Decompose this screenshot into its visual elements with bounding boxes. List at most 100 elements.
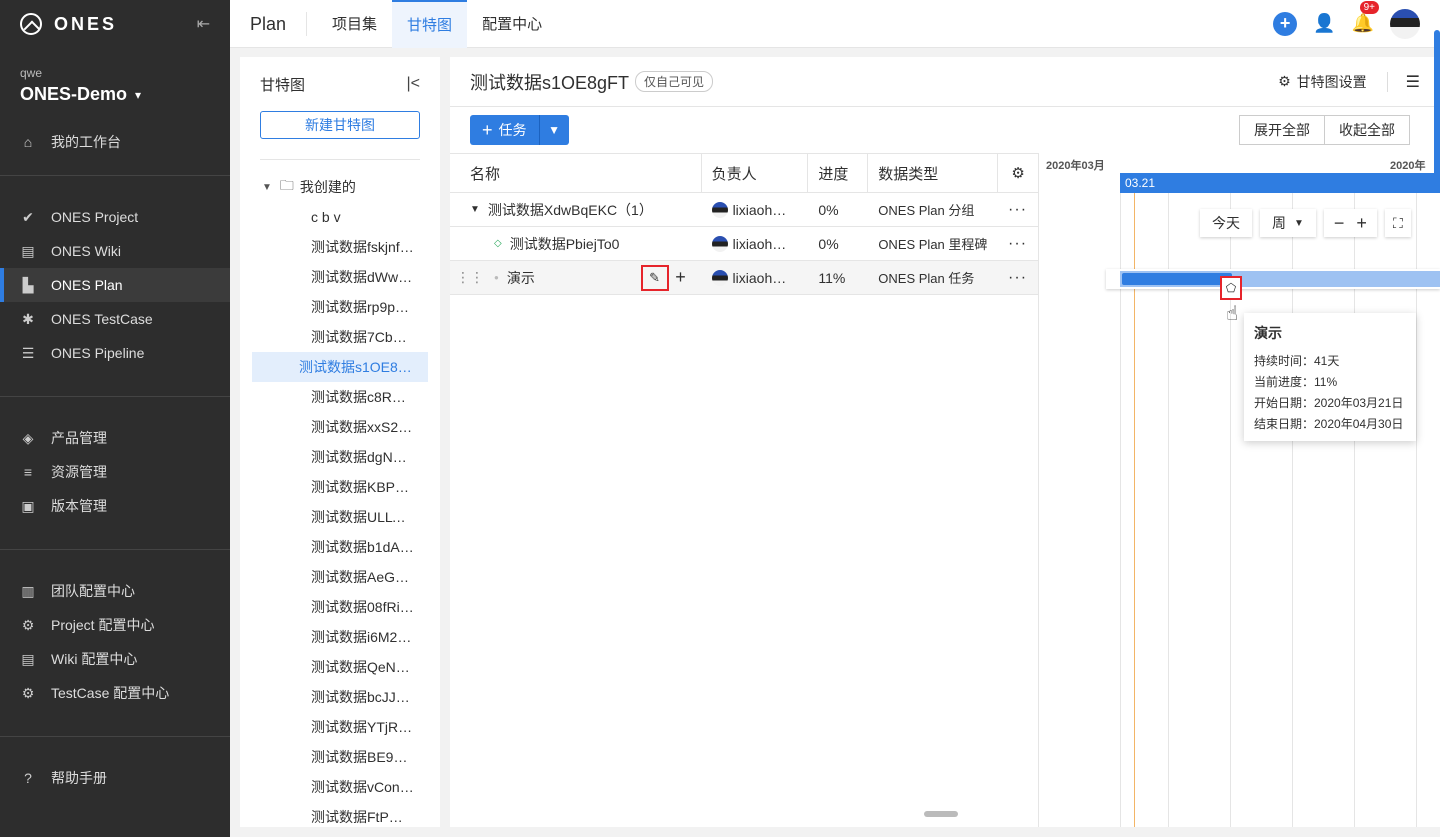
gantt-list-item[interactable]: c b v bbox=[252, 202, 428, 232]
gantt-list-item[interactable]: 测试数据vConf… bbox=[252, 772, 428, 802]
tab-config[interactable]: 配置中心 bbox=[467, 0, 557, 48]
chevron-down-icon: ▼ bbox=[262, 181, 272, 193]
logo-text: ONES bbox=[54, 13, 118, 34]
gantt-list-item[interactable]: 测试数据KBP85… bbox=[252, 472, 428, 502]
expand-all-button[interactable]: 展开全部 bbox=[1239, 115, 1325, 145]
gantt-list-item[interactable]: 测试数据08fRisaX bbox=[252, 592, 428, 622]
task-progress-bar[interactable] bbox=[1122, 273, 1232, 285]
tooltip-progress: 当前进度：11% bbox=[1254, 375, 1338, 389]
gantt-list-item[interactable]: 测试数据ULLW… bbox=[252, 502, 428, 532]
gantt-icon: ▙ bbox=[22, 276, 34, 293]
gantt-list-item[interactable]: 测试数据dgNaV… bbox=[252, 442, 428, 472]
tooltip-title: 演示 bbox=[1254, 325, 1282, 341]
gantt-list-item[interactable]: 测试数据bcJJEZpj bbox=[252, 682, 428, 712]
tab-program[interactable]: 项目集 bbox=[317, 0, 392, 48]
bell-icon[interactable]: 🔔 9+ bbox=[1352, 1, 1379, 34]
table-row[interactable]: ⋮⋮ ● 演示 ✎ + lixiaoh… 11% ONES Plan 任务 ··· bbox=[450, 261, 1038, 295]
nav-resource-management[interactable]: ≡ 资源管理 bbox=[0, 455, 230, 489]
task-dropdown-button[interactable]: ▼ bbox=[538, 115, 569, 145]
gantt-list-item[interactable]: 测试数据BE9sl… bbox=[252, 742, 428, 772]
gantt-list-item[interactable]: 测试数据b1dAC… bbox=[252, 532, 428, 562]
vertical-scrollbar[interactable] bbox=[1434, 30, 1440, 180]
task-tooltip: 演示 持续时间：41天 当前进度：11% 开始日期：2020年03月21日 结束… bbox=[1244, 313, 1416, 441]
gantt-list-item[interactable]: 测试数据QeNrg… bbox=[252, 652, 428, 682]
sidebar-collapse-icon[interactable]: ⇤ bbox=[197, 14, 210, 34]
column-settings-icon[interactable]: ⚙ bbox=[998, 154, 1038, 192]
list-menu-icon[interactable]: ☰ bbox=[1386, 71, 1420, 92]
main-title-row: 测试数据s1OE8gFT 仅自己可见 ⚙ 甘特图设置 ☰ bbox=[450, 57, 1440, 107]
col-progress: 进度 bbox=[808, 154, 869, 192]
expand-group: 展开全部 收起全部 bbox=[1239, 115, 1410, 145]
scale-select[interactable]: 周 ▼ bbox=[1260, 209, 1316, 237]
folder-my-created[interactable]: ▼ 🗀 我创建的 bbox=[240, 172, 440, 202]
nav-label: ONES Plan bbox=[51, 277, 123, 293]
table-row[interactable]: ▼ 测试数据XdwBqEKC（1） lixiaoh… 0% ONES Plan 分… bbox=[450, 193, 1038, 227]
drag-handle-icon[interactable]: ⋮⋮ bbox=[456, 269, 484, 286]
row-name: 测试数据XdwBqEKC（1） bbox=[487, 201, 653, 218]
add-icon[interactable]: + bbox=[1273, 11, 1298, 36]
today-button[interactable]: 今天 bbox=[1200, 209, 1252, 237]
document-icon: ▤ bbox=[21, 242, 35, 259]
nav-ones-testcase[interactable]: ✱ ONES TestCase bbox=[0, 302, 230, 336]
zoom-out-icon[interactable]: − bbox=[1328, 213, 1351, 234]
more-icon[interactable]: ··· bbox=[998, 227, 1038, 260]
edit-icon[interactable]: ✎ bbox=[640, 264, 669, 291]
row-name-cell: ⋮⋮ ● 演示 ✎ + bbox=[450, 261, 702, 294]
hand-cursor-icon: ☝ bbox=[1226, 303, 1239, 325]
nav-version-management[interactable]: ▣ 版本管理 bbox=[0, 489, 230, 523]
nav-project-config[interactable]: ⚙ Project 配置中心 bbox=[0, 608, 230, 642]
gantt-list-item[interactable]: 测试数据FtPWn… bbox=[252, 802, 428, 827]
row-progress: 0% bbox=[818, 235, 839, 252]
avatar bbox=[711, 235, 728, 252]
gantt-list-item[interactable]: 测试数据xxS2v… bbox=[252, 412, 428, 442]
visibility-tag: 仅自己可见 bbox=[635, 71, 714, 92]
fullscreen-icon[interactable]: ⛶ bbox=[1384, 209, 1411, 237]
nav-ones-project[interactable]: ✔ ONES Project bbox=[0, 200, 230, 234]
gantt-list-item[interactable]: 测试数据rp9pT… bbox=[252, 292, 428, 322]
org-switcher[interactable]: ONES-Demo ▾ bbox=[0, 80, 230, 105]
pipeline-icon: ☰ bbox=[21, 344, 35, 361]
table-row[interactable]: ◇ 测试数据PbiejTo0 lixiaoh… 0% ONES Plan 里程碑 … bbox=[450, 227, 1038, 261]
col-name: 名称 bbox=[450, 154, 702, 192]
tab-gantt[interactable]: 甘特图 bbox=[392, 0, 468, 48]
zoom-in-icon[interactable]: + bbox=[1350, 213, 1373, 234]
gantt-list-item[interactable]: 测试数据7CbVg… bbox=[252, 322, 428, 352]
nav-ones-pipeline[interactable]: ☰ ONES Pipeline bbox=[0, 336, 230, 370]
chevron-down-icon: ▼ bbox=[548, 123, 560, 137]
collapse-all-button[interactable]: 收起全部 bbox=[1325, 115, 1410, 145]
gantt-settings-button[interactable]: ⚙ 甘特图设置 bbox=[1278, 72, 1367, 92]
gantt-list-item[interactable]: 测试数据i6M2iozZ bbox=[252, 622, 428, 652]
gantt-list-item[interactable]: 测试数据c8RBu… bbox=[252, 382, 428, 412]
gantt-list-item[interactable]: 测试数据fskjnfk… bbox=[252, 232, 428, 262]
collapse-panel-icon[interactable]: |< bbox=[407, 75, 421, 93]
row-name-cell: ◇ 测试数据PbiejTo0 bbox=[450, 227, 702, 260]
horizontal-scrollbar[interactable] bbox=[924, 811, 958, 817]
nav-product-management[interactable]: ◈ 产品管理 bbox=[0, 421, 230, 455]
nav-ones-plan[interactable]: ▙ ONES Plan bbox=[0, 268, 230, 302]
nav-ones-wiki[interactable]: ▤ ONES Wiki bbox=[0, 234, 230, 268]
add-child-icon[interactable]: + bbox=[669, 267, 693, 288]
gantt-list-item[interactable]: 测试数据dWw5… bbox=[252, 262, 428, 292]
nav-team-config[interactable]: ▥ 团队配置中心 bbox=[0, 574, 230, 608]
avatar[interactable] bbox=[1390, 8, 1420, 39]
nav-workspace[interactable]: ⌂ 我的工作台 bbox=[0, 125, 230, 159]
add-task-button[interactable]: + 任务 bbox=[470, 115, 539, 145]
nav-testcase-config[interactable]: ⚙ TestCase 配置中心 bbox=[0, 676, 230, 710]
gantt-list-item[interactable]: 测试数据s1OE8… bbox=[252, 352, 428, 382]
nav-label: 我的工作台 bbox=[51, 134, 121, 150]
topbar: Plan 项目集 甘特图 配置中心 + 👤 🔔 9+ bbox=[230, 0, 1440, 48]
more-icon[interactable]: ··· bbox=[998, 193, 1038, 226]
gantt-list-item[interactable]: 测试数据AeGTK… bbox=[252, 562, 428, 592]
nav-help[interactable]: ? 帮助手册 bbox=[0, 761, 230, 795]
gantt-list-item[interactable]: 测试数据YTjRE… bbox=[252, 712, 428, 742]
app-title: Plan bbox=[230, 11, 308, 36]
task-label: 任务 bbox=[498, 122, 527, 138]
new-gantt-button[interactable]: 新建甘特图 bbox=[260, 111, 420, 139]
chevron-down-icon[interactable]: ▼ bbox=[470, 204, 480, 215]
gantt-main: 测试数据s1OE8gFT 仅自己可见 ⚙ 甘特图设置 ☰ + 任务 ▼ 展开全部 收… bbox=[450, 57, 1440, 827]
progress-drag-handle[interactable]: ⬠ bbox=[1220, 276, 1242, 300]
sidebar: ONES ⇤ qwe ONES-Demo ▾ ⌂ 我的工作台 ✔ ONES Proje… bbox=[0, 0, 230, 837]
nav-wiki-config[interactable]: ▤ Wiki 配置中心 bbox=[0, 642, 230, 676]
more-icon[interactable]: ··· bbox=[998, 261, 1038, 294]
add-user-icon[interactable]: 👤 bbox=[1313, 13, 1335, 34]
